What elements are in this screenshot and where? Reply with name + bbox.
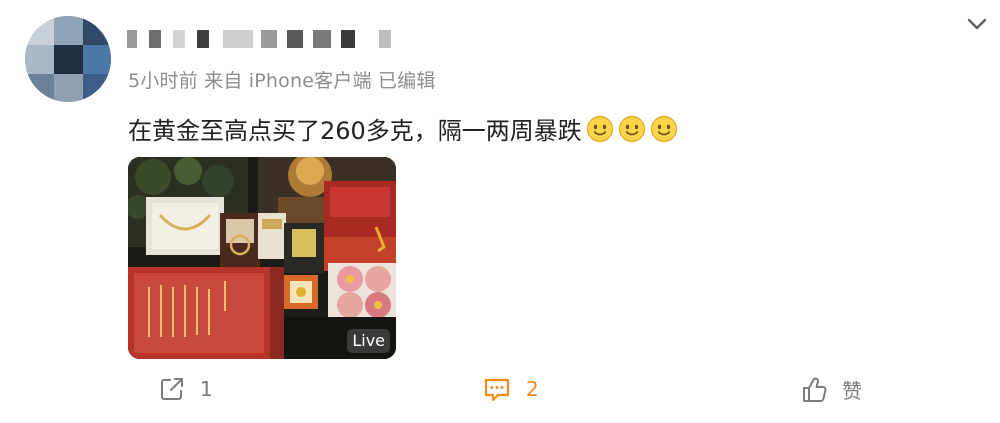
- username-obscured[interactable]: [127, 26, 407, 52]
- smile-emoji: [650, 115, 678, 143]
- avatar[interactable]: [25, 16, 111, 102]
- share-count: 1: [200, 377, 213, 401]
- live-badge: Live: [347, 329, 390, 353]
- like-label: 赞: [842, 379, 862, 403]
- post-text: 在黄金至高点买了260多克，隔一两周暴跌: [128, 111, 678, 146]
- comment-count: 2: [526, 377, 539, 401]
- chevron-down-icon[interactable]: [964, 12, 990, 36]
- share-button[interactable]: 1: [158, 375, 213, 403]
- weibo-post-card: 5小时前 来自 iPhone客户端 已编辑 在黄金至高点买了260多克，隔一两周…: [0, 0, 1000, 423]
- post-text-content: 在黄金至高点买了260多克，隔一两周暴跌: [128, 117, 582, 145]
- comment-icon: [482, 375, 512, 403]
- smile-emoji: [618, 115, 646, 143]
- post-meta: 5小时前 来自 iPhone客户端 已编辑: [128, 70, 436, 92]
- like-button[interactable]: 赞: [800, 375, 862, 404]
- action-bar: 1 2 赞: [0, 370, 1000, 414]
- smile-emoji: [586, 115, 614, 143]
- thumbs-up-icon: [800, 376, 828, 404]
- share-icon: [158, 375, 186, 403]
- comment-button[interactable]: 2: [482, 375, 539, 403]
- post-image[interactable]: Live: [128, 157, 396, 359]
